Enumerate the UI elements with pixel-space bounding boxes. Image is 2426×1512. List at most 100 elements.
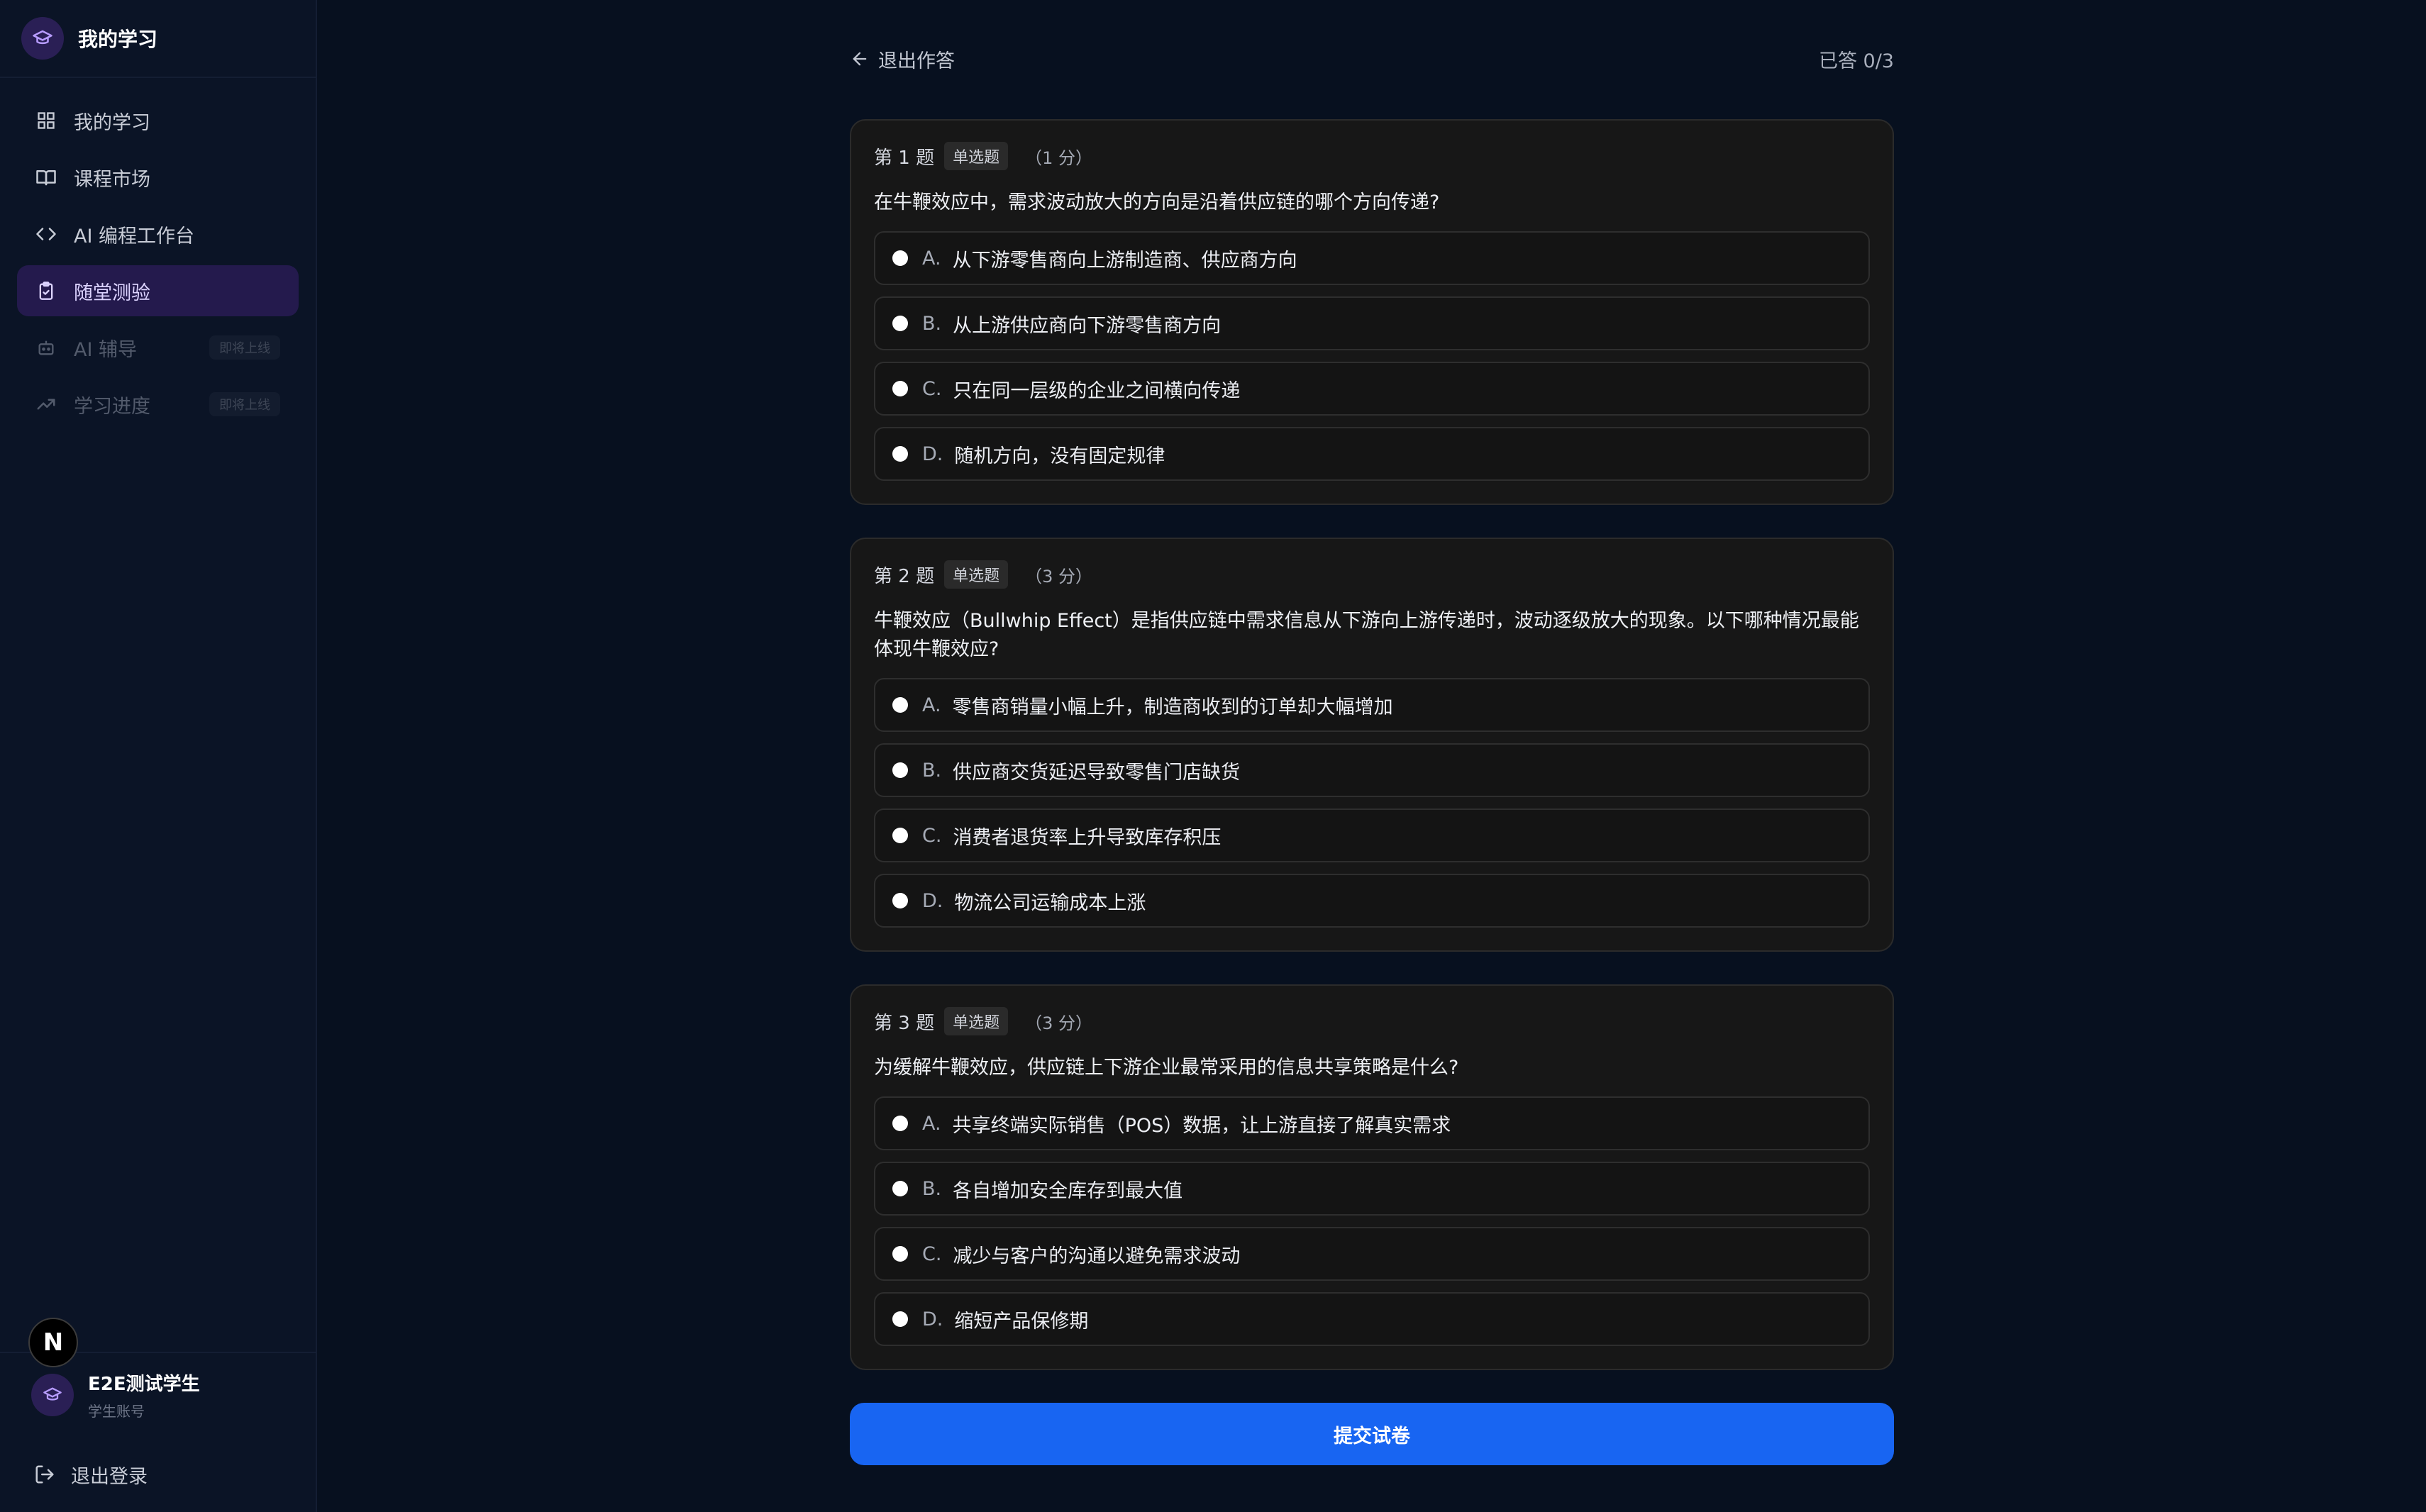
exit-quiz-button[interactable]: 退出作答 xyxy=(850,45,955,73)
option-list: A. 零售商销量小幅上升，制造商收到的订单却大幅增加 B. 供应商交货延迟导致零售门… xyxy=(874,678,1870,928)
coming-soon-badge: 即将上线 xyxy=(209,392,280,416)
question-type-badge: 单选题 xyxy=(944,1007,1009,1035)
option-letter: C. xyxy=(922,1243,942,1265)
sidebar: 我的学习 我的学习 课程市场 AI 编程工作台 随堂测验 AI 辅导 即将上线 … xyxy=(0,0,317,1512)
answered-count: 已答 0/3 xyxy=(1818,50,1894,72)
submit-exam-button[interactable]: 提交试卷 xyxy=(850,1403,1894,1465)
sidebar-item-ai-tutor: AI 辅导 即将上线 xyxy=(17,322,299,373)
option-text: 共享终端实际销售（POS）数据，让上游直接了解真实需求 xyxy=(952,1114,1451,1137)
clipboard-check-icon xyxy=(34,279,58,303)
question-score: （1 分） xyxy=(1025,148,1092,168)
option-letter: C. xyxy=(922,377,942,400)
option-letter: A. xyxy=(922,247,941,269)
option-letter: B. xyxy=(922,1177,942,1200)
option-letter: C. xyxy=(922,824,942,847)
quiz-header: 退出作答 已答 0/3 xyxy=(850,0,1894,119)
question-number: 第 3 题 xyxy=(874,1012,935,1034)
option-c[interactable]: C. 只在同一层级的企业之间横向传递 xyxy=(874,362,1870,416)
sidebar-item-label: AI 辅导 xyxy=(74,338,138,361)
app-root: 我的学习 我的学习 课程市场 AI 编程工作台 随堂测验 AI 辅导 即将上线 … xyxy=(0,0,2426,1512)
question-card: 第 1 题 单选题 （1 分） 在牛鞭效应中，需求波动放大的方向是沿着供应链的哪… xyxy=(850,119,1894,505)
option-letter: B. xyxy=(922,759,942,782)
question-type-badge: 单选题 xyxy=(944,560,1009,589)
radio-button[interactable] xyxy=(892,316,908,331)
option-b[interactable]: B. 从上游供应商向下游零售商方向 xyxy=(874,296,1870,350)
radio-button[interactable] xyxy=(892,250,908,266)
sidebar-item-ai-coding[interactable]: AI 编程工作台 xyxy=(17,209,299,260)
user-role: 学生账号 xyxy=(88,1403,145,1420)
option-letter: D. xyxy=(922,1308,943,1330)
radio-button[interactable] xyxy=(892,697,908,713)
n-badge[interactable]: N xyxy=(28,1318,78,1367)
graduation-cap-icon xyxy=(21,17,64,60)
sidebar-item-label: 学习进度 xyxy=(74,395,150,418)
exit-quiz-label: 退出作答 xyxy=(878,50,955,72)
main-content: 退出作答 已答 0/3 第 1 题 单选题 （1 分） 在牛鞭效应中，需求波动放… xyxy=(317,0,2426,1512)
option-b[interactable]: B. 供应商交货延迟导致零售门店缺货 xyxy=(874,743,1870,797)
option-text: 从上游供应商向下游零售商方向 xyxy=(953,314,1222,337)
option-text: 供应商交货延迟导致零售门店缺货 xyxy=(953,761,1241,784)
option-c[interactable]: C. 消费者退货率上升导致库存积压 xyxy=(874,808,1870,862)
option-letter: B. xyxy=(922,312,942,335)
sidebar-item-label: AI 编程工作台 xyxy=(74,225,195,248)
option-text: 消费者退货率上升导致库存积压 xyxy=(953,826,1222,849)
option-list: A. 共享终端实际销售（POS）数据，让上游直接了解真实需求 B. 各自增加安全库存… xyxy=(874,1096,1870,1346)
quiz-container: 退出作答 已答 0/3 第 1 题 单选题 （1 分） 在牛鞭效应中，需求波动放… xyxy=(850,0,1894,1465)
arrow-left-icon xyxy=(850,49,870,69)
sidebar-item-label: 课程市场 xyxy=(74,168,150,191)
user-name: E2E测试学生 xyxy=(88,1374,200,1395)
question-score: （3 分） xyxy=(1025,566,1092,587)
option-d[interactable]: D. 物流公司运输成本上涨 xyxy=(874,874,1870,928)
sidebar-nav: 我的学习 课程市场 AI 编程工作台 随堂测验 AI 辅导 即将上线 学习进度 … xyxy=(0,78,316,435)
radio-button[interactable] xyxy=(892,381,908,396)
sidebar-item-progress: 学习进度 即将上线 xyxy=(17,379,299,430)
question-score: （3 分） xyxy=(1025,1013,1092,1033)
option-a[interactable]: A. 从下游零售商向上游制造商、供应商方向 xyxy=(874,231,1870,285)
sidebar-item-my-learning[interactable]: 我的学习 xyxy=(17,95,299,146)
radio-button[interactable] xyxy=(892,1181,908,1196)
radio-button[interactable] xyxy=(892,1116,908,1131)
question-type-badge: 单选题 xyxy=(944,142,1009,170)
radio-button[interactable] xyxy=(892,828,908,843)
option-a[interactable]: A. 共享终端实际销售（POS）数据，让上游直接了解真实需求 xyxy=(874,1096,1870,1150)
brand[interactable]: 我的学习 xyxy=(0,0,316,78)
sidebar-footer: E2E测试学生 学生账号 退出登录 xyxy=(0,1352,316,1512)
option-c[interactable]: C. 减少与客户的沟通以避免需求波动 xyxy=(874,1227,1870,1281)
option-text: 缩短产品保修期 xyxy=(954,1310,1089,1333)
question-text: 在牛鞭效应中，需求波动放大的方向是沿着供应链的哪个方向传递? xyxy=(874,191,1440,213)
option-text: 零售商销量小幅上升，制造商收到的订单却大幅增加 xyxy=(952,696,1393,718)
option-letter: D. xyxy=(922,889,943,912)
sidebar-item-quiz[interactable]: 随堂测验 xyxy=(17,265,299,316)
option-list: A. 从下游零售商向上游制造商、供应商方向 B. 从上游供应商向下游零售商方向 C.… xyxy=(874,231,1870,481)
book-icon xyxy=(34,165,58,189)
option-a[interactable]: A. 零售商销量小幅上升，制造商收到的订单却大幅增加 xyxy=(874,678,1870,732)
radio-button[interactable] xyxy=(892,893,908,908)
option-d[interactable]: D. 缩短产品保修期 xyxy=(874,1292,1870,1346)
trending-up-icon xyxy=(34,392,58,416)
radio-button[interactable] xyxy=(892,1246,908,1262)
coming-soon-badge: 即将上线 xyxy=(209,335,280,360)
brand-title: 我的学习 xyxy=(78,28,158,51)
code-icon xyxy=(34,222,58,246)
radio-button[interactable] xyxy=(892,762,908,778)
logout-button[interactable]: 退出登录 xyxy=(0,1437,316,1512)
question-card: 第 3 题 单选题 （3 分） 为缓解牛鞭效应，供应链上下游企业最常采用的信息共… xyxy=(850,984,1894,1370)
option-text: 减少与客户的沟通以避免需求波动 xyxy=(953,1245,1241,1267)
option-text: 物流公司运输成本上涨 xyxy=(954,891,1146,914)
sidebar-item-course-market[interactable]: 课程市场 xyxy=(17,152,299,203)
avatar xyxy=(31,1374,74,1416)
grid-icon xyxy=(34,109,58,133)
question-number: 第 1 题 xyxy=(874,147,935,169)
radio-button[interactable] xyxy=(892,446,908,462)
question-number: 第 2 题 xyxy=(874,565,935,587)
question-card: 第 2 题 单选题 （3 分） 牛鞭效应（Bullwhip Effect）是指供… xyxy=(850,538,1894,952)
option-letter: A. xyxy=(922,694,941,716)
logout-label: 退出登录 xyxy=(71,1465,148,1488)
option-d[interactable]: D. 随机方向，没有固定规律 xyxy=(874,427,1870,481)
radio-button[interactable] xyxy=(892,1311,908,1327)
sidebar-item-label: 我的学习 xyxy=(74,111,150,134)
option-letter: A. xyxy=(922,1112,941,1135)
option-b[interactable]: B. 各自增加安全库存到最大值 xyxy=(874,1162,1870,1216)
option-text: 从下游零售商向上游制造商、供应商方向 xyxy=(952,249,1297,272)
question-text: 牛鞭效应（Bullwhip Effect）是指供应链中需求信息从下游向上游传递时… xyxy=(874,610,1859,660)
